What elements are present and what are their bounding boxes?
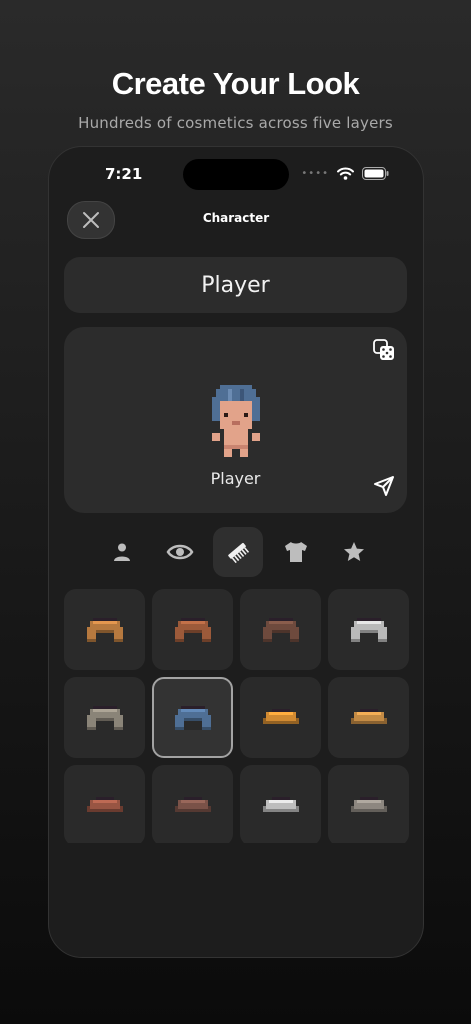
hair-sprite-icon: [262, 708, 299, 724]
tab-extras[interactable]: [329, 527, 379, 577]
status-time: 7:21: [105, 165, 143, 183]
hair-option[interactable]: [328, 765, 409, 843]
battery-icon: [362, 167, 389, 180]
name-input[interactable]: Player: [64, 257, 407, 313]
hair-option[interactable]: [240, 765, 321, 843]
tab-hair[interactable]: [213, 527, 263, 577]
hair-sprite-icon: [350, 617, 387, 642]
share-button[interactable]: [373, 475, 395, 501]
signal-dots: ••••: [301, 168, 329, 179]
hair-sprite-icon: [86, 705, 123, 730]
hair-grid: [64, 589, 409, 843]
hair-sprite-icon: [174, 796, 211, 812]
hair-option[interactable]: [64, 765, 145, 843]
nav-title: Character: [202, 211, 270, 225]
hair-sprite-icon: [174, 617, 211, 642]
dynamic-island: [183, 159, 289, 190]
randomize-button[interactable]: [373, 339, 395, 365]
hair-sprite-icon: [350, 708, 387, 724]
send-icon: [374, 476, 394, 496]
person-icon: [114, 543, 130, 561]
hair-option[interactable]: [64, 677, 145, 758]
comb-icon: [228, 542, 250, 564]
status-icons: ••••: [301, 167, 389, 180]
tab-outfit[interactable]: [271, 527, 321, 577]
hair-option[interactable]: [152, 765, 233, 843]
dice-icon: [373, 339, 394, 360]
hair-option[interactable]: [240, 677, 321, 758]
hair-sprite-icon: [86, 796, 123, 812]
character-preview: Player: [64, 327, 407, 513]
hair-option[interactable]: [328, 589, 409, 670]
eye-icon: [166, 544, 194, 560]
hair-option[interactable]: [152, 589, 233, 670]
hair-sprite-icon: [86, 617, 123, 642]
hair-sprite-icon: [350, 796, 387, 812]
phone-screen: 7:21 •••• Character Player Player: [48, 146, 424, 958]
hair-sprite-icon: [262, 796, 299, 812]
layer-tabs: [97, 527, 379, 577]
tab-body[interactable]: [97, 527, 147, 577]
hair-option[interactable]: [152, 677, 233, 758]
shirt-icon: [285, 542, 307, 562]
hair-sprite-icon: [262, 617, 299, 642]
hair-option[interactable]: [328, 677, 409, 758]
hair-option[interactable]: [64, 589, 145, 670]
tab-eyes[interactable]: [155, 527, 205, 577]
promo-subline: Hundreds of cosmetics across five layers: [78, 114, 393, 132]
preview-name: Player: [210, 469, 261, 488]
wifi-icon: [337, 167, 354, 180]
character-avatar: [212, 385, 260, 457]
hair-option[interactable]: [240, 589, 321, 670]
hair-sprite-icon: [174, 705, 211, 730]
promo-headline: Create Your Look: [111, 66, 360, 101]
star-icon: [344, 542, 364, 561]
